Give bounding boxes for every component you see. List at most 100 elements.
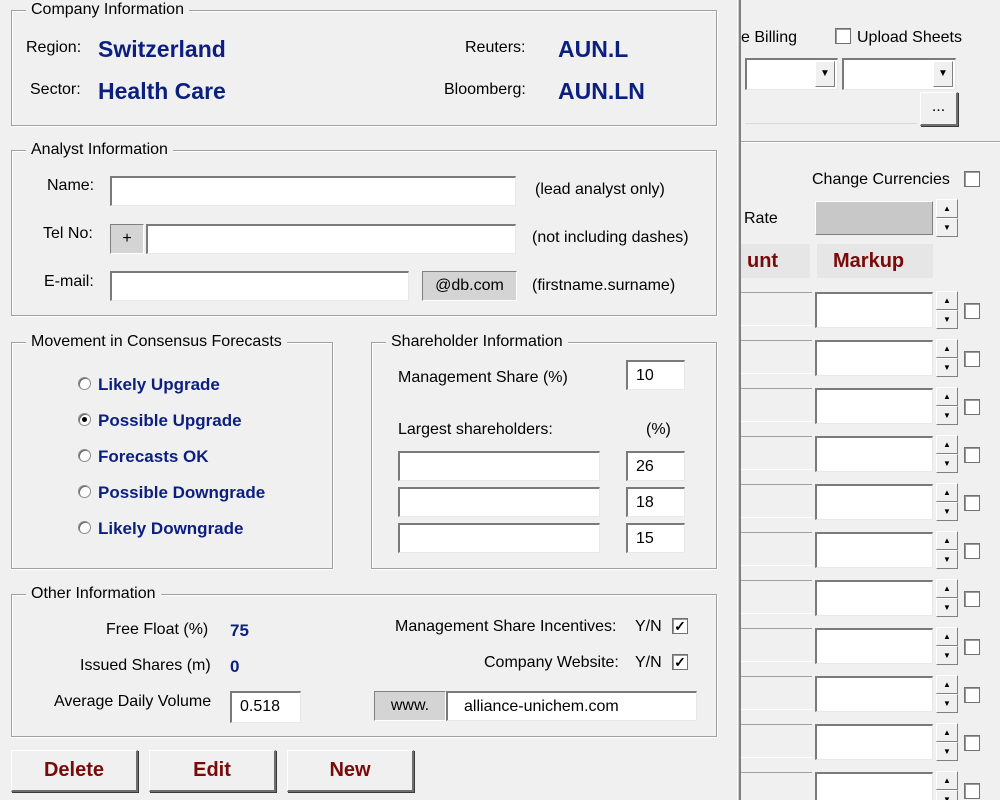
amount-cell: [741, 628, 812, 662]
row-checkbox[interactable]: [964, 543, 980, 559]
markup-input[interactable]: [815, 724, 933, 760]
amount-cell: [741, 676, 812, 710]
radio-possible-downgrade-icon[interactable]: [78, 485, 91, 498]
markup-spinner[interactable]: ▲ ▼: [936, 627, 958, 665]
shareholder-legend: Shareholder Information: [386, 332, 568, 352]
analyst-info-legend: Analyst Information: [26, 140, 173, 160]
markup-input[interactable]: [815, 532, 933, 568]
shareholder-pct-input-3[interactable]: 15: [626, 523, 685, 553]
bloomberg-label: Bloomberg:: [444, 81, 526, 98]
markup-input[interactable]: [815, 580, 933, 616]
shareholder-pct-input-2[interactable]: 18: [626, 487, 685, 517]
email-label: E-mail:: [44, 273, 94, 290]
amount-cell: [741, 436, 812, 470]
markup-spinner[interactable]: ▲ ▼: [936, 771, 958, 800]
email-input[interactable]: [110, 271, 409, 301]
markup-input[interactable]: [815, 628, 933, 664]
row-checkbox[interactable]: [964, 687, 980, 703]
website-input[interactable]: alliance-unichem.com: [446, 691, 697, 721]
row-checkbox[interactable]: [964, 447, 980, 463]
sector-label: Sector:: [30, 81, 81, 98]
region-label: Region:: [26, 39, 82, 56]
movement-radio-possible-upgrade[interactable]: Possible Upgrade: [77, 411, 277, 433]
tel-hint: (not including dashes): [532, 229, 689, 246]
delete-button[interactable]: Delete: [11, 750, 138, 792]
markup-spinner[interactable]: ▲ ▼: [936, 531, 958, 569]
radio-possible-upgrade-icon[interactable]: [78, 413, 91, 426]
markup-input[interactable]: [815, 340, 933, 376]
shareholder-pct-input-1[interactable]: 26: [626, 451, 685, 481]
movement-radio-likely-downgrade[interactable]: Likely Downgrade: [77, 519, 297, 541]
mgmt-incentives-yn: Y/N: [635, 618, 662, 635]
row-checkbox[interactable]: [964, 735, 980, 751]
markup-input[interactable]: [815, 292, 933, 328]
radio-likely-upgrade-icon[interactable]: [78, 377, 91, 390]
row-checkbox[interactable]: [964, 591, 980, 607]
management-share-label: Management Share (%): [398, 369, 568, 386]
average-daily-volume-label: Average Daily Volume: [54, 693, 212, 710]
row-checkbox[interactable]: [964, 351, 980, 367]
amount-cell: [741, 580, 812, 614]
markup-rows: ▲ ▼ ▲ ▼ ▲ ▼ ▲ ▼ ▲ ▼ ▲ ▼ ▲ ▼ ▲ ▼ ▲ ▼ ▲ ▼ …: [741, 0, 1000, 800]
markup-spinner[interactable]: ▲ ▼: [936, 339, 958, 377]
shareholder-pct-label: (%): [646, 421, 671, 438]
amount-cell: [741, 340, 812, 374]
radio-forecasts-ok-icon[interactable]: [78, 449, 91, 462]
free-float-value: 75: [230, 621, 249, 640]
name-hint: (lead analyst only): [535, 181, 665, 198]
markup-input[interactable]: [815, 388, 933, 424]
row-checkbox[interactable]: [964, 783, 980, 799]
company-website-yn: Y/N: [635, 654, 662, 671]
tel-number-input[interactable]: [146, 224, 516, 254]
radio-possible-upgrade-label: Possible Upgrade: [98, 411, 242, 430]
management-share-input[interactable]: 10: [626, 360, 685, 390]
markup-spinner[interactable]: ▲ ▼: [936, 483, 958, 521]
markup-input[interactable]: [815, 676, 933, 712]
markup-spinner[interactable]: ▲ ▼: [936, 675, 958, 713]
movement-radio-forecasts-ok[interactable]: Forecasts OK: [77, 447, 277, 469]
markup-spinner[interactable]: ▲ ▼: [936, 387, 958, 425]
company-website-label: Company Website:: [484, 654, 619, 671]
right-panel: e Billing Upload Sheets ▼ ▼ ... Change C…: [741, 0, 1000, 800]
issued-shares-value: 0: [230, 657, 240, 676]
free-float-label: Free Float (%): [106, 621, 209, 638]
markup-spinner[interactable]: ▲ ▼: [936, 291, 958, 329]
shareholder-name-input-1[interactable]: [398, 451, 600, 481]
markup-spinner[interactable]: ▲ ▼: [936, 435, 958, 473]
analyst-name-input[interactable]: [110, 176, 516, 206]
region-value: Switzerland: [98, 36, 226, 62]
radio-likely-downgrade-label: Likely Downgrade: [98, 519, 244, 538]
bloomberg-value: AUN.LN: [558, 78, 645, 104]
row-checkbox[interactable]: [964, 495, 980, 511]
amount-cell: [741, 292, 812, 326]
amount-cell: [741, 484, 812, 518]
amount-cell: [741, 772, 812, 800]
new-button[interactable]: New: [287, 750, 414, 792]
markup-input[interactable]: [815, 484, 933, 520]
company-info-legend: Company Information: [26, 0, 189, 20]
movement-radio-likely-upgrade[interactable]: Likely Upgrade: [77, 375, 277, 397]
radio-likely-downgrade-icon[interactable]: [78, 521, 91, 534]
shareholder-name-input-3[interactable]: [398, 523, 600, 553]
reuters-value: AUN.L: [558, 36, 629, 62]
company-website-checkbox[interactable]: ✓: [672, 654, 688, 670]
markup-spinner[interactable]: ▲ ▼: [936, 579, 958, 617]
mgmt-incentives-checkbox[interactable]: ✓: [672, 618, 688, 634]
shareholder-name-input-2[interactable]: [398, 487, 600, 517]
movement-radio-possible-downgrade[interactable]: Possible Downgrade: [77, 483, 297, 505]
mgmt-incentives-label: Management Share Incentives:: [395, 618, 617, 635]
movement-legend: Movement in Consensus Forecasts: [26, 332, 287, 352]
radio-forecasts-ok-label: Forecasts OK: [98, 447, 209, 466]
edit-button[interactable]: Edit: [149, 750, 276, 792]
markup-input[interactable]: [815, 772, 933, 800]
average-daily-volume-input[interactable]: 0.518: [230, 691, 301, 723]
markup-input[interactable]: [815, 436, 933, 472]
amount-cell: [741, 532, 812, 566]
row-checkbox[interactable]: [964, 639, 980, 655]
row-checkbox[interactable]: [964, 399, 980, 415]
row-checkbox[interactable]: [964, 303, 980, 319]
sector-value: Health Care: [98, 78, 226, 104]
other-info-legend: Other Information: [26, 584, 161, 604]
markup-spinner[interactable]: ▲ ▼: [936, 723, 958, 761]
tel-label: Tel No:: [43, 225, 93, 242]
